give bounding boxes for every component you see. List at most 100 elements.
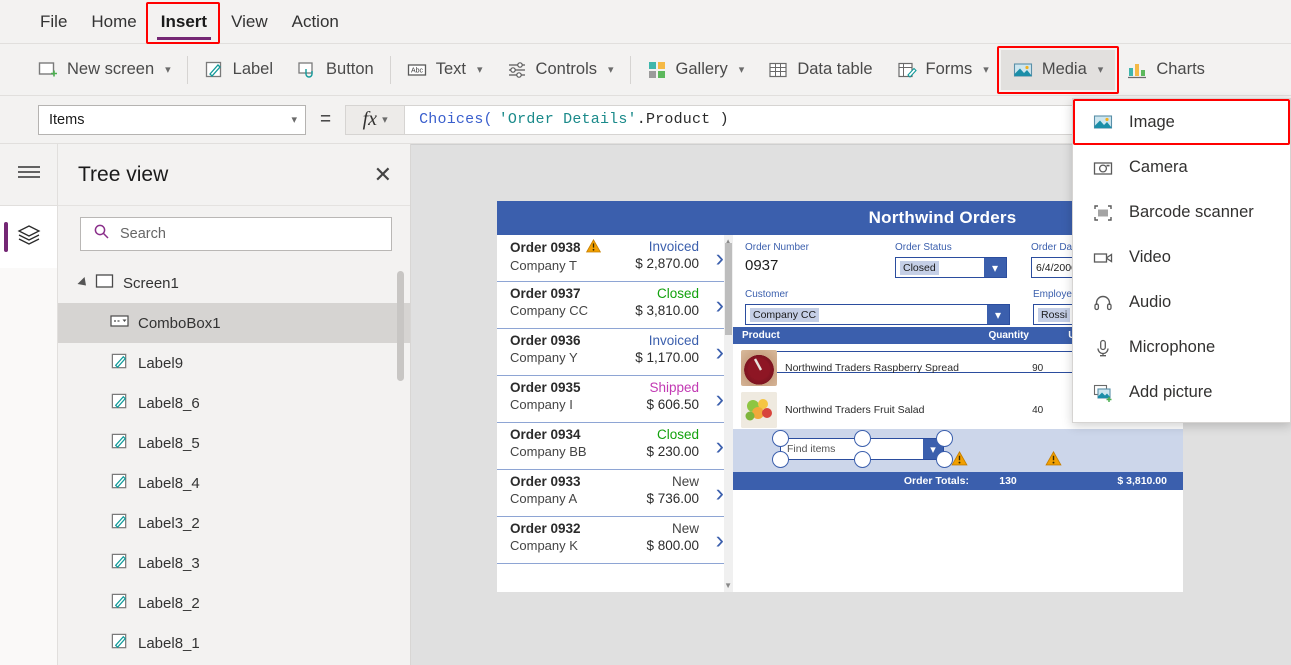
tree-item-screen1[interactable]: Screen1	[58, 263, 410, 303]
caret-expanded-icon[interactable]	[77, 276, 90, 290]
tree-view-rail-button[interactable]	[0, 206, 57, 268]
menu-item-file[interactable]: File	[28, 6, 79, 38]
customer-dropdown[interactable]: Company CC ▾	[745, 304, 1010, 325]
order-status: Closed	[656, 427, 699, 442]
ribbon-label-button[interactable]: Label	[192, 50, 285, 90]
chevron-down-icon[interactable]: ▾	[984, 258, 1006, 277]
warning-icon[interactable]	[951, 450, 968, 471]
media-menu-item-audio[interactable]: Audio	[1073, 280, 1290, 325]
chevron-right-icon[interactable]: ›	[716, 246, 724, 271]
resize-handle-top-right[interactable]	[936, 430, 953, 447]
tree-scrollbar[interactable]	[397, 271, 404, 381]
controls-icon	[507, 60, 527, 80]
media-menu-item-image[interactable]: Image	[1073, 99, 1290, 145]
order-number: Order 0934	[510, 427, 587, 442]
chevron-down-icon: ▾	[382, 114, 388, 126]
ribbon-item-label: Label	[232, 60, 274, 78]
product-quantity: 40	[1032, 404, 1044, 416]
ribbon-item-label: Button	[326, 60, 374, 78]
chevron-right-icon[interactable]: ›	[716, 434, 724, 459]
equals-sign: =	[320, 108, 332, 130]
left-rail	[0, 144, 58, 665]
gallery-scroll-thumb[interactable]	[725, 243, 732, 335]
media-menu-item-add-picture[interactable]: Add picture	[1073, 370, 1290, 415]
label-icon	[110, 512, 129, 535]
tree-item-label9[interactable]: Label9	[58, 343, 410, 383]
resize-handle-bottom-left[interactable]	[772, 451, 789, 468]
label-icon	[110, 432, 129, 455]
gallery-row[interactable]: Order 0938 Company T Invoiced $ 2,870.00…	[497, 235, 733, 282]
chevron-down-icon: ▾	[291, 114, 297, 126]
ribbon-new-screen-button[interactable]: New screen ▾	[26, 50, 183, 90]
tree-item-label8-4[interactable]: Label8_4	[58, 463, 410, 503]
ribbon-gallery-button[interactable]: Gallery ▾	[635, 50, 757, 90]
warning-icon	[585, 238, 601, 256]
chevron-down-icon[interactable]: ▾	[987, 305, 1009, 324]
ribbon-forms-button[interactable]: Forms ▾	[885, 50, 1001, 90]
ribbon-text-button[interactable]: Abc Text ▾	[395, 50, 495, 90]
gallery-row[interactable]: Order 0932 Company K New $ 800.00 ›	[497, 517, 733, 564]
media-menu-item-label: Camera	[1129, 158, 1188, 176]
order-number-text: Order 0933	[510, 474, 581, 489]
media-menu-item-camera[interactable]: Camera	[1073, 145, 1290, 190]
gallery-row[interactable]: Order 0935 Company I Shipped $ 606.50 ›	[497, 376, 733, 423]
ribbon-charts-button[interactable]: Charts	[1115, 50, 1217, 90]
tree-item-label: ComboBox1	[138, 314, 221, 332]
charts-icon	[1127, 60, 1147, 80]
chevron-right-icon[interactable]: ›	[716, 340, 724, 365]
media-icon	[1013, 60, 1033, 80]
tree-item-combobox1[interactable]: ComboBox1	[58, 303, 410, 343]
tree-item-label8-6[interactable]: Label8_6	[58, 383, 410, 423]
property-select[interactable]: Items ▾	[38, 104, 306, 135]
resize-handle-top-center[interactable]	[854, 430, 871, 447]
ribbon-separator	[629, 55, 631, 84]
media-menu-item-microphone[interactable]: Microphone	[1073, 325, 1290, 370]
gallery-row[interactable]: Order 0934 Company BB Closed $ 230.00 ›	[497, 423, 733, 470]
menu-item-action[interactable]: Action	[280, 6, 351, 38]
menu-item-label: Action	[291, 11, 339, 31]
chevron-down-icon: ▾	[983, 64, 989, 76]
data-table-icon	[768, 60, 788, 80]
chevron-right-icon[interactable]: ›	[716, 387, 724, 412]
order-company: Company T	[510, 258, 577, 273]
tree-item-label8-2[interactable]: Label8_2	[58, 583, 410, 623]
chevron-down-icon: ▾	[1097, 64, 1104, 76]
totals-quantity: 130	[999, 475, 1017, 487]
tree-view-header: Tree view ✕	[58, 144, 410, 206]
menu-item-home[interactable]: Home	[79, 6, 148, 38]
ribbon-media-button[interactable]: Media ▾	[996, 45, 1120, 94]
media-menu-item-barcode-scanner[interactable]: Barcode scanner	[1073, 190, 1290, 235]
resize-handle-bottom-center[interactable]	[854, 451, 871, 468]
resize-handle-top-left[interactable]	[772, 430, 789, 447]
media-menu-item-video[interactable]: Video	[1073, 235, 1290, 280]
menu-item-insert[interactable]: Insert	[149, 6, 219, 40]
ribbon-button-button[interactable]: Button	[285, 50, 386, 90]
gallery-row[interactable]: Order 0933 Company A New $ 736.00 ›	[497, 470, 733, 517]
warning-icon[interactable]	[1045, 450, 1062, 471]
scroll-down-icon[interactable]: ▼	[724, 581, 732, 590]
gallery-row[interactable]: Order 0937 Company CC Closed $ 3,810.00 …	[497, 282, 733, 329]
search-input[interactable]: Search	[80, 217, 392, 251]
gallery-row[interactable]: Order 0936 Company Y Invoiced $ 1,170.00…	[497, 329, 733, 376]
order-status-dropdown[interactable]: Closed ▾	[895, 257, 1007, 278]
menu-item-label: View	[231, 11, 268, 31]
order-number: Order 0935	[510, 380, 581, 395]
chevron-right-icon[interactable]: ›	[716, 481, 724, 506]
chevron-right-icon[interactable]: ›	[716, 293, 724, 318]
menu-item-view[interactable]: View	[219, 6, 280, 38]
hamburger-menu-button[interactable]	[0, 144, 57, 206]
product-quantity: 90	[1032, 362, 1044, 374]
combobox-placeholder: Find items	[787, 443, 836, 455]
ribbon-controls-button[interactable]: Controls ▾	[495, 50, 626, 90]
ribbon-data-table-button[interactable]: Data table	[756, 50, 884, 90]
tree-item-label8-1[interactable]: Label8_1	[58, 623, 410, 663]
chevron-right-icon[interactable]: ›	[716, 528, 724, 553]
media-menu-item-label: Add picture	[1129, 383, 1213, 401]
ribbon-item-label: Media	[1041, 60, 1087, 78]
tree-item-label8-3[interactable]: Label8_3	[58, 543, 410, 583]
tree-item-label8-5[interactable]: Label8_5	[58, 423, 410, 463]
tree-item-label3-2[interactable]: Label3_2	[58, 503, 410, 543]
close-icon[interactable]: ✕	[374, 163, 392, 186]
fx-button[interactable]: fx ▾	[345, 104, 406, 135]
order-totals-bar: Order Totals: 130 $ 3,810.00	[733, 472, 1183, 490]
